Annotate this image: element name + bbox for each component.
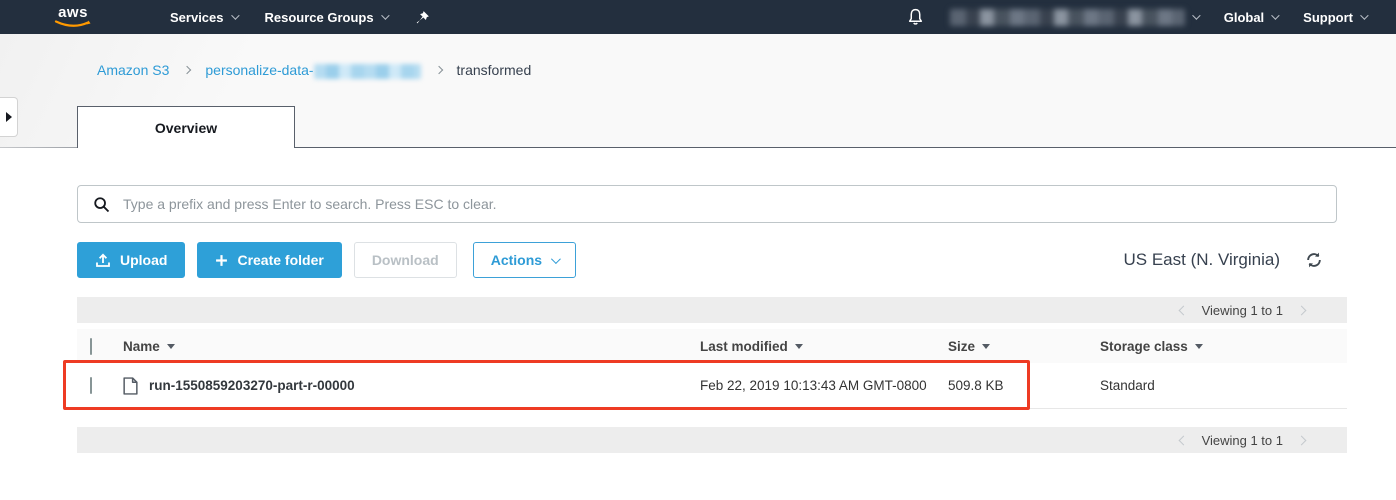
download-button-label: Download <box>372 252 439 268</box>
plus-icon <box>215 254 228 267</box>
chevron-down-icon <box>381 11 389 19</box>
create-folder-button[interactable]: Create folder <box>197 242 341 278</box>
upload-button-label: Upload <box>120 252 167 268</box>
left-panel-expand-handle[interactable] <box>0 97 18 137</box>
tab-overview-label: Overview <box>155 120 217 136</box>
column-header-name[interactable]: Name <box>123 339 700 354</box>
cell-storage-class: Standard <box>1100 378 1347 393</box>
nav-region-label: Global <box>1224 10 1264 25</box>
actions-dropdown-button[interactable]: Actions <box>473 242 576 278</box>
pagination-label: Viewing 1 to 1 <box>1202 433 1283 448</box>
refresh-icon[interactable] <box>1305 251 1323 269</box>
toolbar: Upload Create folder Download Actions US… <box>77 242 1347 278</box>
chevron-down-icon <box>551 254 561 264</box>
actions-button-label: Actions <box>491 252 542 268</box>
pagination-bar-bottom: Viewing 1 to 1 <box>77 427 1347 453</box>
upload-button[interactable]: Upload <box>77 242 185 278</box>
pagination-label: Viewing 1 to 1 <box>1202 303 1283 318</box>
nav-services-label: Services <box>170 10 224 25</box>
breadcrumb-bucket-prefix: personalize-data- <box>205 62 313 78</box>
search-icon <box>93 196 110 213</box>
nav-resource-groups-menu[interactable]: Resource Groups <box>265 10 387 25</box>
pagination-bar-top: Viewing 1 to 1 <box>77 297 1347 323</box>
object-name-link[interactable]: run-1550859203270-part-r-00000 <box>149 378 355 393</box>
breadcrumb-separator-icon <box>183 66 191 74</box>
top-navigation-bar: aws Services Resource Groups <box>0 0 1396 34</box>
upload-icon <box>95 253 111 268</box>
download-button[interactable]: Download <box>354 242 457 278</box>
pagination-prev-icon[interactable] <box>1178 305 1188 315</box>
breadcrumb-bucket-redacted <box>314 64 421 79</box>
main-content: Upload Create folder Download Actions US… <box>0 185 1396 453</box>
nav-services-menu[interactable]: Services <box>170 10 237 25</box>
column-header-storage-class[interactable]: Storage class <box>1100 339 1347 354</box>
sort-caret-icon <box>795 344 803 349</box>
nav-resource-groups-label: Resource Groups <box>265 10 374 25</box>
breadcrumb-current-folder: transformed <box>457 62 532 78</box>
aws-logo-text: aws <box>58 5 88 20</box>
pagination-next-icon[interactable] <box>1297 435 1307 445</box>
sort-caret-icon <box>167 344 175 349</box>
row-checkbox[interactable] <box>90 377 92 394</box>
table-row: run-1550859203270-part-r-00000 Feb 22, 2… <box>77 363 1347 409</box>
prefix-search-box <box>77 185 1337 223</box>
chevron-down-icon <box>231 11 239 19</box>
chevron-down-icon <box>1192 11 1200 19</box>
pagination-next-icon[interactable] <box>1297 305 1307 315</box>
column-header-storage-class-label: Storage class <box>1100 339 1188 354</box>
cell-last-modified: Feb 22, 2019 10:13:43 AM GMT-0800 <box>700 378 948 393</box>
sort-caret-icon <box>982 344 990 349</box>
column-header-last-modified[interactable]: Last modified <box>700 339 948 354</box>
aws-smile-icon <box>54 20 92 29</box>
notifications-bell-icon[interactable] <box>907 8 924 26</box>
chevron-down-icon <box>1360 11 1368 19</box>
page-subheader: Amazon S3 personalize-data- transformed … <box>0 34 1396 148</box>
account-name-redacted <box>950 9 1185 26</box>
account-menu[interactable] <box>950 9 1198 26</box>
nav-support-menu[interactable]: Support <box>1303 10 1366 25</box>
pagination-prev-icon[interactable] <box>1178 435 1188 445</box>
create-folder-button-label: Create folder <box>237 252 323 268</box>
column-header-last-modified-label: Last modified <box>700 339 788 354</box>
aws-logo[interactable]: aws <box>54 5 92 29</box>
s3-console-page: aws Services Resource Groups <box>0 0 1396 500</box>
cell-size: 509.8 KB <box>948 378 1100 393</box>
column-header-name-label: Name <box>123 339 160 354</box>
select-all-checkbox[interactable] <box>90 338 92 355</box>
table-header-row: Name Last modified Size Storage class <box>77 329 1347 363</box>
nav-support-label: Support <box>1303 10 1353 25</box>
sort-caret-icon <box>1195 344 1203 349</box>
column-header-size-label: Size <box>948 339 975 354</box>
breadcrumb-amazon-s3-link[interactable]: Amazon S3 <box>97 62 169 78</box>
column-header-size[interactable]: Size <box>948 339 1100 354</box>
search-input[interactable] <box>123 186 1336 222</box>
nav-region-menu[interactable]: Global <box>1224 10 1277 25</box>
pushpin-icon[interactable] <box>415 10 430 25</box>
breadcrumb-separator-icon <box>434 66 442 74</box>
region-group: US East (N. Virginia) <box>1123 250 1347 270</box>
breadcrumb: Amazon S3 personalize-data- transformed <box>0 34 1396 79</box>
file-icon <box>123 377 138 395</box>
chevron-down-icon <box>1271 11 1279 19</box>
breadcrumb-bucket-link[interactable]: personalize-data- <box>205 62 420 79</box>
tab-overview[interactable]: Overview <box>77 106 295 148</box>
caret-right-icon <box>6 112 12 122</box>
region-label: US East (N. Virginia) <box>1123 250 1280 270</box>
